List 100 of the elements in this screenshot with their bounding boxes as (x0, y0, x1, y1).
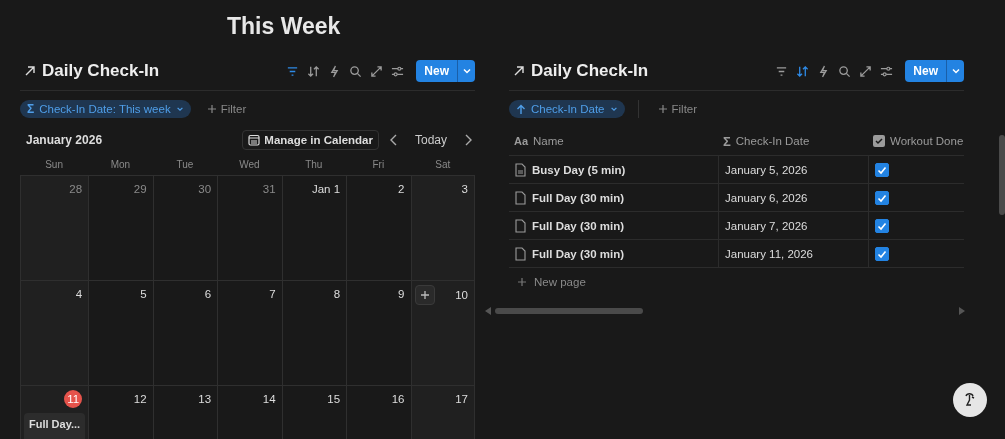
day-cell[interactable]: 2 (346, 175, 411, 280)
day-cell[interactable]: 31 (217, 175, 282, 280)
day-number: 31 (262, 182, 276, 197)
weekday-label: Mon (109, 158, 132, 172)
day-number: 3 (461, 182, 468, 197)
new-dropdown-button[interactable] (457, 60, 475, 82)
day-number: 10 (455, 288, 468, 303)
column-header[interactable]: Workout Done (868, 127, 964, 155)
day-cell[interactable]: 11 Full Day... (20, 385, 89, 439)
chevron-down-icon (609, 105, 618, 113)
plus-icon (206, 104, 217, 114)
day-number: 12 (133, 392, 147, 407)
month-label: January 2026 (26, 133, 103, 147)
settings-icon[interactable] (880, 64, 894, 78)
day-number: Jan 1 (311, 182, 341, 197)
day-cell[interactable]: 8 (281, 280, 347, 385)
day-cell[interactable]: 29 (88, 175, 153, 280)
day-cell[interactable]: 28 (20, 175, 89, 280)
database-title[interactable]: Daily Check-In (42, 61, 160, 81)
arrow-icon[interactable] (513, 65, 525, 77)
sort-icon[interactable] (307, 64, 321, 78)
day-number: 15 (327, 392, 341, 407)
search-icon[interactable] (349, 64, 363, 78)
document-icon (515, 218, 526, 233)
chevron-down-icon (175, 105, 184, 113)
day-cell[interactable]: 15 (281, 385, 347, 439)
checkbox[interactable] (875, 246, 889, 261)
expand-icon[interactable] (370, 64, 384, 78)
page-name[interactable]: Full Day (30 min) (532, 191, 625, 204)
day-cell[interactable]: 30 (152, 175, 218, 280)
day-number: 29 (133, 182, 147, 197)
day-cell[interactable]: 12 (88, 385, 153, 439)
page-title: This Week (227, 12, 341, 40)
day-cell[interactable]: 7 (217, 280, 282, 385)
day-number: 30 (198, 182, 212, 197)
day-cell[interactable]: 3 (410, 175, 475, 280)
previous-icon[interactable] (388, 134, 399, 146)
settings-icon[interactable] (391, 64, 405, 78)
database-title[interactable]: Daily Check-In (531, 61, 649, 81)
filter-icon[interactable] (286, 64, 300, 78)
search-icon[interactable] (838, 64, 852, 78)
day-cell[interactable]: 13 (152, 385, 218, 439)
sort-icon[interactable] (796, 64, 810, 78)
chevron-down-icon (950, 66, 961, 76)
document-icon (515, 190, 526, 205)
up-arrow-icon (516, 103, 526, 115)
date-cell: January 11, 2026 (725, 247, 814, 260)
sigma-icon: Σ (27, 102, 35, 116)
day-cell[interactable]: 4 (20, 280, 89, 385)
new-button[interactable]: New (905, 60, 946, 82)
day-number: 13 (198, 392, 212, 407)
day-number: 5 (140, 287, 147, 302)
day-cell[interactable]: Jan 1 (281, 175, 347, 280)
event-card[interactable]: Full Day... (24, 413, 86, 439)
calendar-icon (248, 134, 261, 146)
next-icon[interactable] (463, 134, 473, 146)
weekday-label: Thu (304, 158, 324, 172)
weekday-label: Wed (238, 158, 261, 172)
day-cell[interactable]: 6 (152, 280, 218, 385)
new-dropdown-button[interactable] (946, 60, 964, 82)
add-button[interactable] (414, 285, 435, 305)
column-header[interactable]: Σ Check-In Date (718, 127, 868, 155)
text-type-icon: Aa (514, 135, 529, 147)
new-page-button[interactable]: New page (509, 268, 592, 296)
add-filter-button[interactable]: Filter (200, 102, 253, 116)
day-cell[interactable]: 17 (410, 385, 475, 439)
date-cell: January 7, 2026 (725, 219, 808, 232)
checkbox[interactable] (875, 162, 889, 177)
day-number: 17 (455, 392, 468, 407)
day-cell[interactable]: 9 (346, 280, 411, 385)
weekday-label: Tue (175, 158, 195, 172)
new-button[interactable]: New (416, 60, 457, 82)
page-name[interactable]: Full Day (30 min) (532, 219, 625, 232)
add-filter-button[interactable]: Filter (651, 102, 704, 116)
sigma-icon: Σ (723, 133, 731, 149)
document-icon (515, 246, 526, 261)
day-cell[interactable]: 14 (217, 385, 282, 439)
help-button[interactable] (953, 383, 987, 417)
expand-icon[interactable] (859, 64, 873, 78)
vertical-scrollbar[interactable] (999, 135, 1005, 215)
filter-icon[interactable] (775, 64, 789, 78)
column-header[interactable]: Aa Name (509, 127, 718, 155)
filter-chip[interactable]: Σ Check-In Date: This week (20, 100, 191, 118)
checkbox[interactable] (875, 190, 889, 205)
arrow-icon[interactable] (24, 65, 36, 77)
page-name[interactable]: Busy Day (5 min) (532, 163, 626, 176)
day-number: 9 (398, 287, 405, 302)
manage-in-calendar-button[interactable]: Manage in Calendar (242, 130, 379, 150)
today-button[interactable]: Today (408, 132, 453, 148)
checkbox[interactable] (875, 218, 889, 233)
page-name[interactable]: Full Day (30 min) (532, 247, 625, 260)
filter-chip[interactable]: Check-In Date (509, 100, 625, 118)
chevron-down-icon (461, 66, 472, 76)
day-cell[interactable]: 5 (88, 280, 153, 385)
day-number: 6 (204, 287, 212, 302)
day-number: 4 (75, 287, 83, 302)
weekday-label: Sat (434, 158, 452, 172)
day-number: 16 (391, 392, 405, 407)
day-cell[interactable]: 16 (346, 385, 411, 439)
day-cell[interactable]: 10 (410, 280, 475, 385)
